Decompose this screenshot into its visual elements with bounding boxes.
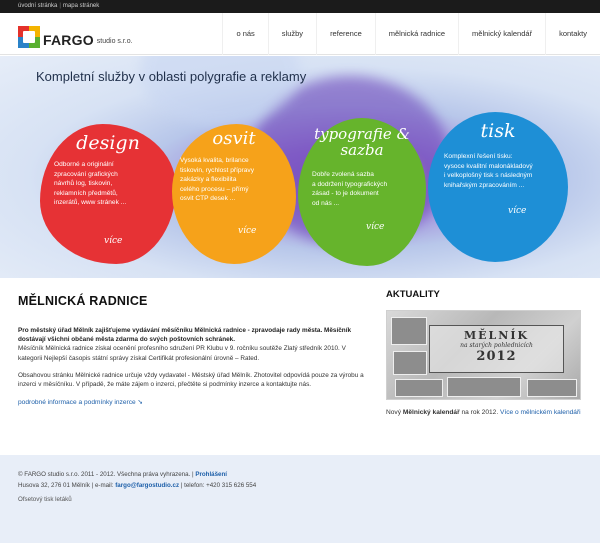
hero-banner: Kompletní služby v oblasti polygrafie a … — [0, 56, 600, 278]
news-heading: AKTUALITY — [386, 289, 440, 300]
hero-title: Kompletní služby v oblasti polygrafie a … — [36, 69, 307, 84]
service-card-text: Dobře zvolená sazba a dodržení typografi… — [312, 171, 388, 207]
service-card-typografie[interactable]: typografie & sazba Dobře zvolená sazba a… — [298, 118, 426, 266]
footer-contact-line: Husova 32, 276 01 Mělník | e-mail: fargo… — [18, 482, 257, 489]
nav-item-reference[interactable]: reference — [316, 13, 375, 55]
service-card-title: design — [76, 132, 140, 154]
news-sidebar: AKTUALITY MĚLNÍK na starých pohlednicích… — [386, 289, 586, 418]
news-caption: Nový Mělnický kalendář na rok 2012. Více… — [386, 409, 581, 416]
service-card-more-link[interactable]: více — [366, 222, 384, 232]
nav-item-melnicky-kalendar[interactable]: mělnický kalendář — [458, 13, 545, 55]
nav-item-kontakty[interactable]: kontakty — [545, 13, 600, 55]
arrow-icon: ➘ — [137, 399, 144, 407]
service-card-title: tisk — [480, 120, 516, 142]
utility-home-link[interactable]: úvodní stránka — [18, 3, 57, 9]
footer-copyright-line: © FARGO studio s.r.o. 2011 - 2012. Všech… — [18, 471, 227, 478]
service-card-osvit[interactable]: osvit Vysoká kvalita, brilance tiskovin,… — [172, 124, 296, 264]
logo-subtitle: studio s.r.o. — [96, 38, 133, 45]
service-card-more-link[interactable]: více — [238, 226, 256, 236]
main-nav: o nás služby reference mělnická radnice … — [222, 13, 600, 55]
service-card-text: Vysoká kvalita, brilance tiskovin, rychl… — [180, 157, 255, 203]
service-card-design[interactable]: design Odborné a originální zpracování g… — [40, 124, 176, 264]
service-card-text: Odborné a originální zpracování grafický… — [54, 161, 127, 207]
article-paragraph: Měsíčník Mělnická radnice získal ocenění… — [18, 345, 346, 362]
service-card-title: osvit — [212, 128, 256, 149]
footer-email-link[interactable]: fargo@fargostudio.cz — [115, 482, 179, 489]
article-lead: Pro městský úřad Mělník zajišťujeme vydá… — [18, 327, 352, 344]
service-card-more-link[interactable]: více — [104, 236, 122, 246]
service-card-title: typografie & sazba — [314, 125, 410, 159]
footer-extra-link[interactable]: Ofsetový tisk letáků — [18, 496, 72, 503]
nav-item-melnicka-radnice[interactable]: mělnická radnice — [374, 13, 458, 55]
site-header: FARGO studio s.r.o. o nás služby referen… — [0, 13, 600, 55]
article-heading: MĚLNICKÁ RADNICE — [18, 294, 148, 308]
article-paragraph: Obsahovou stránku Mělnické radnice určuj… — [18, 371, 364, 389]
utility-sitemap-link[interactable]: mapa stránek — [63, 3, 99, 9]
service-card-tisk[interactable]: tisk Komplexní řešení tisku: vysoce kval… — [428, 112, 568, 262]
logo[interactable]: FARGO studio s.r.o. — [18, 22, 133, 48]
calendar-cover-image[interactable]: MĚLNÍK na starých pohlednicích 2012 — [386, 310, 581, 400]
calendar-more-link[interactable]: Více o mělnickém kalendáři — [500, 409, 581, 416]
utility-bar: úvodní stránka | mapa stránek — [0, 0, 600, 13]
site-footer: © FARGO studio s.r.o. 2011 - 2012. Všech… — [0, 455, 600, 543]
service-card-text: Komplexní řešení tisku: vysoce kvalitní … — [444, 153, 533, 189]
calendar-cover-banner: MĚLNÍK na starých pohlednicích 2012 — [429, 325, 564, 373]
footer-statement-link[interactable]: Prohlášení — [195, 471, 227, 478]
nav-item-sluzby[interactable]: služby — [267, 13, 316, 55]
service-card-more-link[interactable]: více — [508, 206, 526, 216]
main-content-area: MĚLNICKÁ RADNICE Pro městský úřad Mělník… — [0, 278, 600, 455]
article: MĚLNICKÁ RADNICE Pro městský úřad Mělník… — [18, 294, 364, 409]
advertising-info-link[interactable]: podrobné informace a podmínky inzerce ➘ — [18, 398, 143, 406]
logo-name: FARGO — [43, 32, 94, 48]
utility-separator: | — [59, 3, 61, 9]
nav-item-o-nas[interactable]: o nás — [222, 13, 267, 55]
logo-mark-icon — [18, 26, 40, 48]
